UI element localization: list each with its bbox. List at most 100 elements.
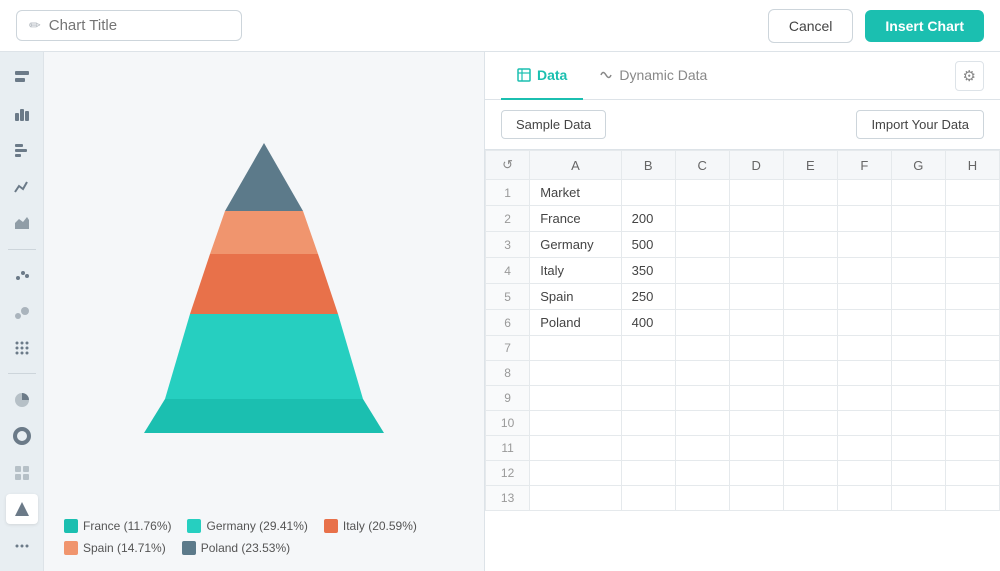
cell-empty[interactable]: [729, 180, 783, 206]
cell-empty[interactable]: [837, 361, 891, 386]
cell-empty[interactable]: [675, 258, 729, 284]
cell-empty[interactable]: [729, 258, 783, 284]
cell-empty[interactable]: [675, 206, 729, 232]
cell-empty[interactable]: [837, 386, 891, 411]
cell-empty[interactable]: [729, 206, 783, 232]
cell-b[interactable]: 500: [621, 232, 675, 258]
cell-empty[interactable]: [675, 336, 729, 361]
cell-empty[interactable]: [945, 461, 999, 486]
cell-empty[interactable]: [891, 361, 945, 386]
cell-empty[interactable]: [891, 180, 945, 206]
cell-empty[interactable]: [783, 310, 837, 336]
cell-b[interactable]: 250: [621, 284, 675, 310]
cell-a[interactable]: Spain: [530, 284, 621, 310]
cell-empty[interactable]: [891, 486, 945, 511]
cell-empty[interactable]: [945, 336, 999, 361]
cell-b[interactable]: [621, 461, 675, 486]
cell-empty[interactable]: [783, 180, 837, 206]
tab-dynamic-data[interactable]: Dynamic Data: [583, 52, 723, 100]
cell-empty[interactable]: [783, 411, 837, 436]
cell-b[interactable]: [621, 411, 675, 436]
cell-empty[interactable]: [837, 336, 891, 361]
cell-empty[interactable]: [945, 180, 999, 206]
cell-empty[interactable]: [675, 361, 729, 386]
sidebar-item-donut[interactable]: [6, 421, 38, 452]
settings-button[interactable]: ⚙: [955, 61, 984, 91]
cell-empty[interactable]: [945, 258, 999, 284]
cell-a[interactable]: Germany: [530, 232, 621, 258]
cell-empty[interactable]: [945, 436, 999, 461]
cell-empty[interactable]: [945, 361, 999, 386]
cell-empty[interactable]: [837, 310, 891, 336]
cell-empty[interactable]: [945, 284, 999, 310]
cell-empty[interactable]: [783, 486, 837, 511]
cell-empty[interactable]: [783, 386, 837, 411]
cell-empty[interactable]: [891, 336, 945, 361]
cell-empty[interactable]: [675, 386, 729, 411]
cell-a[interactable]: [530, 436, 621, 461]
cell-empty[interactable]: [675, 461, 729, 486]
cell-empty[interactable]: [891, 284, 945, 310]
sidebar-item-bar-h[interactable]: [6, 135, 38, 166]
cell-empty[interactable]: [675, 436, 729, 461]
sidebar-item-area[interactable]: [6, 208, 38, 239]
cell-empty[interactable]: [729, 386, 783, 411]
cell-empty[interactable]: [945, 310, 999, 336]
cancel-button[interactable]: Cancel: [768, 9, 854, 43]
cell-empty[interactable]: [675, 180, 729, 206]
cell-a[interactable]: [530, 336, 621, 361]
cell-empty[interactable]: [891, 310, 945, 336]
cell-b[interactable]: [621, 336, 675, 361]
cell-empty[interactable]: [891, 206, 945, 232]
cell-empty[interactable]: [945, 411, 999, 436]
cell-empty[interactable]: [837, 436, 891, 461]
data-table-wrapper[interactable]: ↺ A B C D E F G H 1Market2France2003Germ…: [485, 150, 1000, 571]
cell-empty[interactable]: [783, 336, 837, 361]
cell-empty[interactable]: [729, 486, 783, 511]
cell-empty[interactable]: [837, 284, 891, 310]
sidebar-item-line[interactable]: [6, 172, 38, 203]
sample-data-button[interactable]: Sample Data: [501, 110, 606, 139]
cell-empty[interactable]: [729, 411, 783, 436]
cell-empty[interactable]: [729, 336, 783, 361]
cell-a[interactable]: [530, 461, 621, 486]
cell-empty[interactable]: [783, 361, 837, 386]
sidebar-item-grid[interactable]: [6, 457, 38, 488]
insert-chart-button[interactable]: Insert Chart: [865, 10, 984, 42]
cell-empty[interactable]: [729, 436, 783, 461]
cell-empty[interactable]: [783, 436, 837, 461]
cell-empty[interactable]: [675, 232, 729, 258]
cell-a[interactable]: Market: [530, 180, 621, 206]
cell-empty[interactable]: [945, 232, 999, 258]
cell-empty[interactable]: [945, 206, 999, 232]
cell-b[interactable]: [621, 361, 675, 386]
cell-empty[interactable]: [891, 461, 945, 486]
cell-a[interactable]: France: [530, 206, 621, 232]
cell-empty[interactable]: [783, 284, 837, 310]
sidebar-item-pie[interactable]: [6, 384, 38, 415]
cell-empty[interactable]: [837, 461, 891, 486]
cell-empty[interactable]: [837, 232, 891, 258]
cell-empty[interactable]: [729, 361, 783, 386]
cell-b[interactable]: [621, 180, 675, 206]
cell-empty[interactable]: [837, 411, 891, 436]
cell-empty[interactable]: [891, 232, 945, 258]
sidebar-item-scatter[interactable]: [6, 260, 38, 291]
cell-empty[interactable]: [837, 258, 891, 284]
cell-empty[interactable]: [729, 461, 783, 486]
cell-empty[interactable]: [783, 258, 837, 284]
cell-b[interactable]: 200: [621, 206, 675, 232]
cell-empty[interactable]: [729, 284, 783, 310]
cell-b[interactable]: [621, 486, 675, 511]
cell-empty[interactable]: [891, 436, 945, 461]
cell-empty[interactable]: [675, 310, 729, 336]
cell-empty[interactable]: [945, 486, 999, 511]
chart-title-input[interactable]: [49, 17, 229, 34]
tab-data[interactable]: Data: [501, 52, 583, 100]
cell-empty[interactable]: [783, 461, 837, 486]
cell-b[interactable]: 350: [621, 258, 675, 284]
cell-empty[interactable]: [783, 232, 837, 258]
cell-empty[interactable]: [837, 486, 891, 511]
cell-empty[interactable]: [945, 386, 999, 411]
import-data-button[interactable]: Import Your Data: [856, 110, 984, 139]
